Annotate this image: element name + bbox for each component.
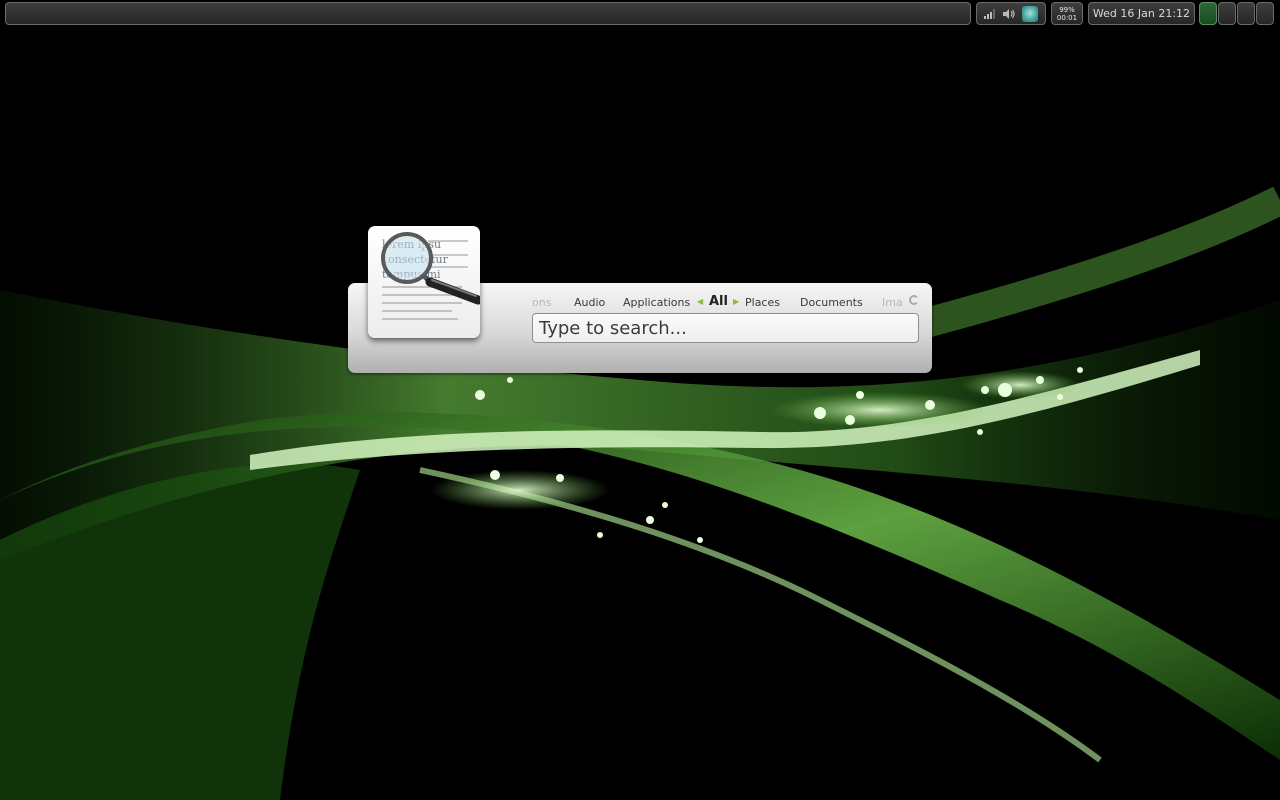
search-input[interactable]: [532, 313, 919, 343]
scope-prev-arrow-icon[interactable]: ◀: [697, 297, 703, 306]
volume-icon[interactable]: [1002, 8, 1016, 20]
workspace-2-button[interactable]: [1218, 2, 1236, 25]
scope-partial-left[interactable]: ons: [532, 296, 551, 309]
document-search-icon: lorem ipsu consectetur tempus mi: [368, 226, 480, 338]
battery-time: 00:01: [1056, 14, 1078, 22]
scope-next-arrow-icon[interactable]: ▶: [733, 297, 739, 306]
battery-percent: 99%: [1059, 6, 1075, 14]
network-signal-icon[interactable]: [984, 8, 996, 19]
clock[interactable]: Wed 16 Jan 21:12: [1088, 2, 1195, 25]
workspace-4-button[interactable]: [1256, 2, 1274, 25]
app-indicator-icon[interactable]: [1022, 5, 1038, 22]
system-tray: [976, 2, 1046, 25]
taskbar[interactable]: [5, 2, 971, 25]
battery-indicator[interactable]: 99% 00:01: [1051, 2, 1083, 25]
workspace-1-button[interactable]: [1199, 2, 1217, 25]
desktop-wallpaper: [0, 186, 1280, 800]
scope-applications[interactable]: Applications: [623, 296, 690, 309]
scope-all-selected[interactable]: All: [709, 294, 728, 309]
search-scope-bar: ons Audio Applications ◀ All ▶ Places Do…: [532, 293, 917, 311]
scope-audio[interactable]: Audio: [574, 296, 605, 309]
scope-partial-right[interactable]: Ima: [882, 296, 903, 309]
workspace-3-button[interactable]: [1237, 2, 1255, 25]
scope-documents[interactable]: Documents: [800, 296, 863, 309]
loading-spinner-icon: [909, 295, 919, 305]
scope-places[interactable]: Places: [745, 296, 780, 309]
